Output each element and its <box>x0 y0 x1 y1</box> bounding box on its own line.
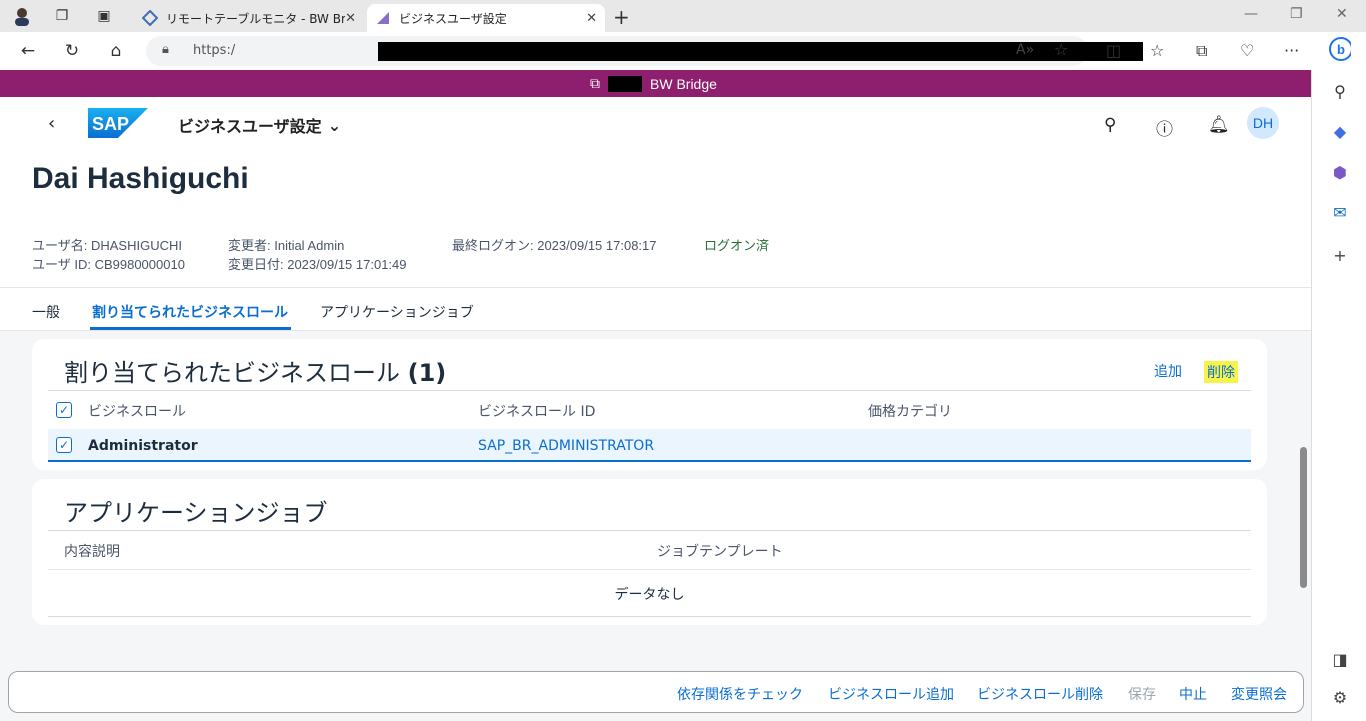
tab-assigned-roles[interactable]: 割り当てられたビジネスロール <box>92 302 288 322</box>
changed-on-attr: 変更日付: 2023/09/15 17:01:49 <box>228 257 407 272</box>
lock-icon: 🔒︎ <box>162 42 169 57</box>
row-checkbox[interactable]: ✓ <box>56 437 72 453</box>
address-bar[interactable]: 🔒︎ https:/ A» ☆ <box>146 36 1143 66</box>
office-icon[interactable]: ⬢ <box>1329 161 1351 183</box>
search-icon[interactable]: ⚲ <box>1329 80 1351 102</box>
shell-bar: ⧉ BW Bridge <box>0 70 1311 97</box>
bw-favicon-icon <box>142 10 158 26</box>
column-header: 価格カテゴリ <box>868 404 952 420</box>
select-all-checkbox[interactable]: ✓ <box>56 402 72 418</box>
settings-gear-icon[interactable]: ⚙ <box>1329 686 1351 708</box>
redacted-tenant <box>608 75 642 92</box>
app-title: ビジネスユーザ設定 <box>178 117 322 136</box>
home-icon[interactable]: ⌂ <box>105 40 127 62</box>
check-dependencies-button[interactable]: 依存関係をチェック <box>677 684 803 704</box>
column-header: ジョブテンプレート <box>657 544 783 560</box>
table-row[interactable]: ✓ Administrator SAP_BR_ADMINISTRATOR <box>48 429 1251 462</box>
svg-text:SAP: SAP <box>92 114 129 134</box>
roles-table-header: ✓ ビジネスロール ビジネスロール ID 価格カテゴリ <box>48 390 1251 430</box>
browser-toolbar: ← ↻ ⌂ 🔒︎ https:/ A» ☆ ◫ ☆ ⧉ ♡ ··· <box>0 32 1366 70</box>
sap-logo: SAP <box>88 108 148 138</box>
cancel-button[interactable]: 中止 <box>1179 684 1207 704</box>
close-window-icon[interactable]: ✕ <box>1336 6 1348 22</box>
page-scrollbar[interactable] <box>1300 447 1307 588</box>
column-header: 内容説明 <box>64 544 120 560</box>
column-header: ビジネスロール <box>88 404 186 420</box>
refresh-icon[interactable]: ↻ <box>61 40 83 62</box>
edge-sidebar: b ⚲ ◆ ⬢ ✉ + ◨ ⚙ <box>1311 37 1366 721</box>
change-history-button[interactable]: 変更照会 <box>1231 684 1287 704</box>
tab-actions-icon[interactable]: ▣ <box>94 6 114 26</box>
new-tab-icon[interactable]: + <box>613 5 630 29</box>
split-screen-icon[interactable]: ◫ <box>1106 41 1121 60</box>
tenant-icon: ⧉ <box>590 75 600 91</box>
bing-copilot-icon[interactable]: b <box>1329 37 1351 61</box>
column-header: ビジネスロール ID <box>478 404 596 420</box>
application-jobs-section: アプリケーションジョブ 内容説明 ジョブテンプレート データなし <box>32 479 1267 625</box>
close-icon[interactable]: ✕ <box>586 11 597 26</box>
section-title: 割り当てられたビジネスロール (1) <box>64 353 446 388</box>
tab-application-jobs[interactable]: アプリケーションジョブ <box>320 302 474 322</box>
section-title: アプリケーションジョブ <box>64 499 328 527</box>
logon-status: ログオン済 <box>704 238 770 253</box>
add-business-role-button[interactable]: ビジネスロール追加 <box>828 684 954 704</box>
role-name: Administrator <box>88 438 198 454</box>
delete-role-link[interactable]: 削除 <box>1204 361 1238 383</box>
sap-favicon-icon <box>377 12 389 24</box>
close-icon[interactable]: ✕ <box>345 11 356 26</box>
add-icon[interactable]: + <box>1329 244 1351 266</box>
last-logon-attr: 最終ログオン: 2023/09/15 17:08:17 <box>452 238 657 253</box>
outlook-icon[interactable]: ✉ <box>1329 201 1351 223</box>
search-icon[interactable]: ⚲ <box>1104 115 1116 135</box>
delete-business-role-button[interactable]: ビジネスロール削除 <box>977 684 1103 704</box>
read-aloud-icon[interactable]: A» <box>1016 42 1034 58</box>
add-role-link[interactable]: 追加 <box>1154 361 1182 381</box>
minimize-icon[interactable]: — <box>1244 6 1258 22</box>
no-data-message: データなし <box>48 569 1251 617</box>
jobs-table-header: 内容説明 ジョブテンプレート <box>48 530 1251 570</box>
tab-label: ビジネスユーザ設定 <box>399 11 507 26</box>
favorites-icon[interactable]: ☆ <box>1150 41 1164 60</box>
tab-label: リモートテーブルモニタ - BW Bridge (S <box>166 11 346 26</box>
svg-text:b: b <box>1337 42 1345 57</box>
user-id-attr: ユーザ ID: CB9980000010 <box>32 257 185 272</box>
profile-avatar-icon[interactable] <box>12 6 32 26</box>
app-title-menu[interactable]: ビジネスユーザ設定 ⌄ <box>178 113 341 137</box>
back-arrow-icon[interactable]: ← <box>17 40 39 62</box>
tab-general[interactable]: 一般 <box>32 302 60 322</box>
object-tabs: 一般 割り当てられたビジネスロール アプリケーションジョブ <box>0 287 1311 331</box>
notification-bell-icon[interactable]: 🔔︎ <box>1208 115 1230 135</box>
tab-remote-table-monitor[interactable]: リモートテーブルモニタ - BW Bridge (S ✕ <box>134 4 364 32</box>
page-title: Dai Hashiguchi <box>32 162 249 195</box>
restore-icon[interactable]: ❐ <box>1290 6 1303 22</box>
role-count: (1) <box>407 359 447 387</box>
chevron-down-icon: ⌄ <box>327 115 342 135</box>
performance-icon[interactable]: ♡ <box>1240 41 1254 60</box>
product-name: BW Bridge <box>650 75 717 92</box>
save-button[interactable]: 保存 <box>1128 684 1156 704</box>
favorite-star-icon[interactable]: ☆ <box>1054 40 1068 59</box>
username-attr: ユーザ名: DHASHIGUCHI <box>32 238 182 253</box>
sidebar-toggle-icon[interactable]: ◨ <box>1329 648 1351 670</box>
shopping-tag-icon[interactable]: ◆ <box>1329 120 1351 142</box>
user-avatar[interactable]: DH <box>1247 107 1279 139</box>
assigned-roles-section: 割り当てられたビジネスロール (1) 追加 削除 ✓ ビジネスロール ビジネスロ… <box>32 339 1267 470</box>
selected-tab-indicator <box>90 327 291 330</box>
url-text: https:/ <box>193 43 236 58</box>
more-icon[interactable]: ··· <box>1284 41 1299 60</box>
footer-toolbar: 依存関係をチェック ビジネスロール追加 ビジネスロール削除 保存 中止 変更照会 <box>8 671 1304 713</box>
app-header: ‹ SAP ビジネスユーザ設定 ⌄ ⚲ ⓘ 🔔︎ DH Dai Hashiguc… <box>0 97 1311 287</box>
browser-titlebar: ❐ ▣ リモートテーブルモニタ - BW Bridge (S ✕ ビジネスユーザ… <box>0 0 1366 32</box>
workspaces-icon[interactable]: ❐ <box>52 6 72 26</box>
collections-icon[interactable]: ⧉ <box>1196 41 1207 61</box>
changed-by-attr: 変更者: Initial Admin <box>228 238 345 253</box>
help-icon[interactable]: ⓘ <box>1156 115 1173 140</box>
role-id-link[interactable]: SAP_BR_ADMINISTRATOR <box>478 438 654 454</box>
section-title-text: 割り当てられたビジネスロール <box>64 359 400 387</box>
back-chevron-icon[interactable]: ‹ <box>48 113 55 134</box>
tab-business-user-settings[interactable]: ビジネスユーザ設定 ✕ <box>367 4 605 32</box>
